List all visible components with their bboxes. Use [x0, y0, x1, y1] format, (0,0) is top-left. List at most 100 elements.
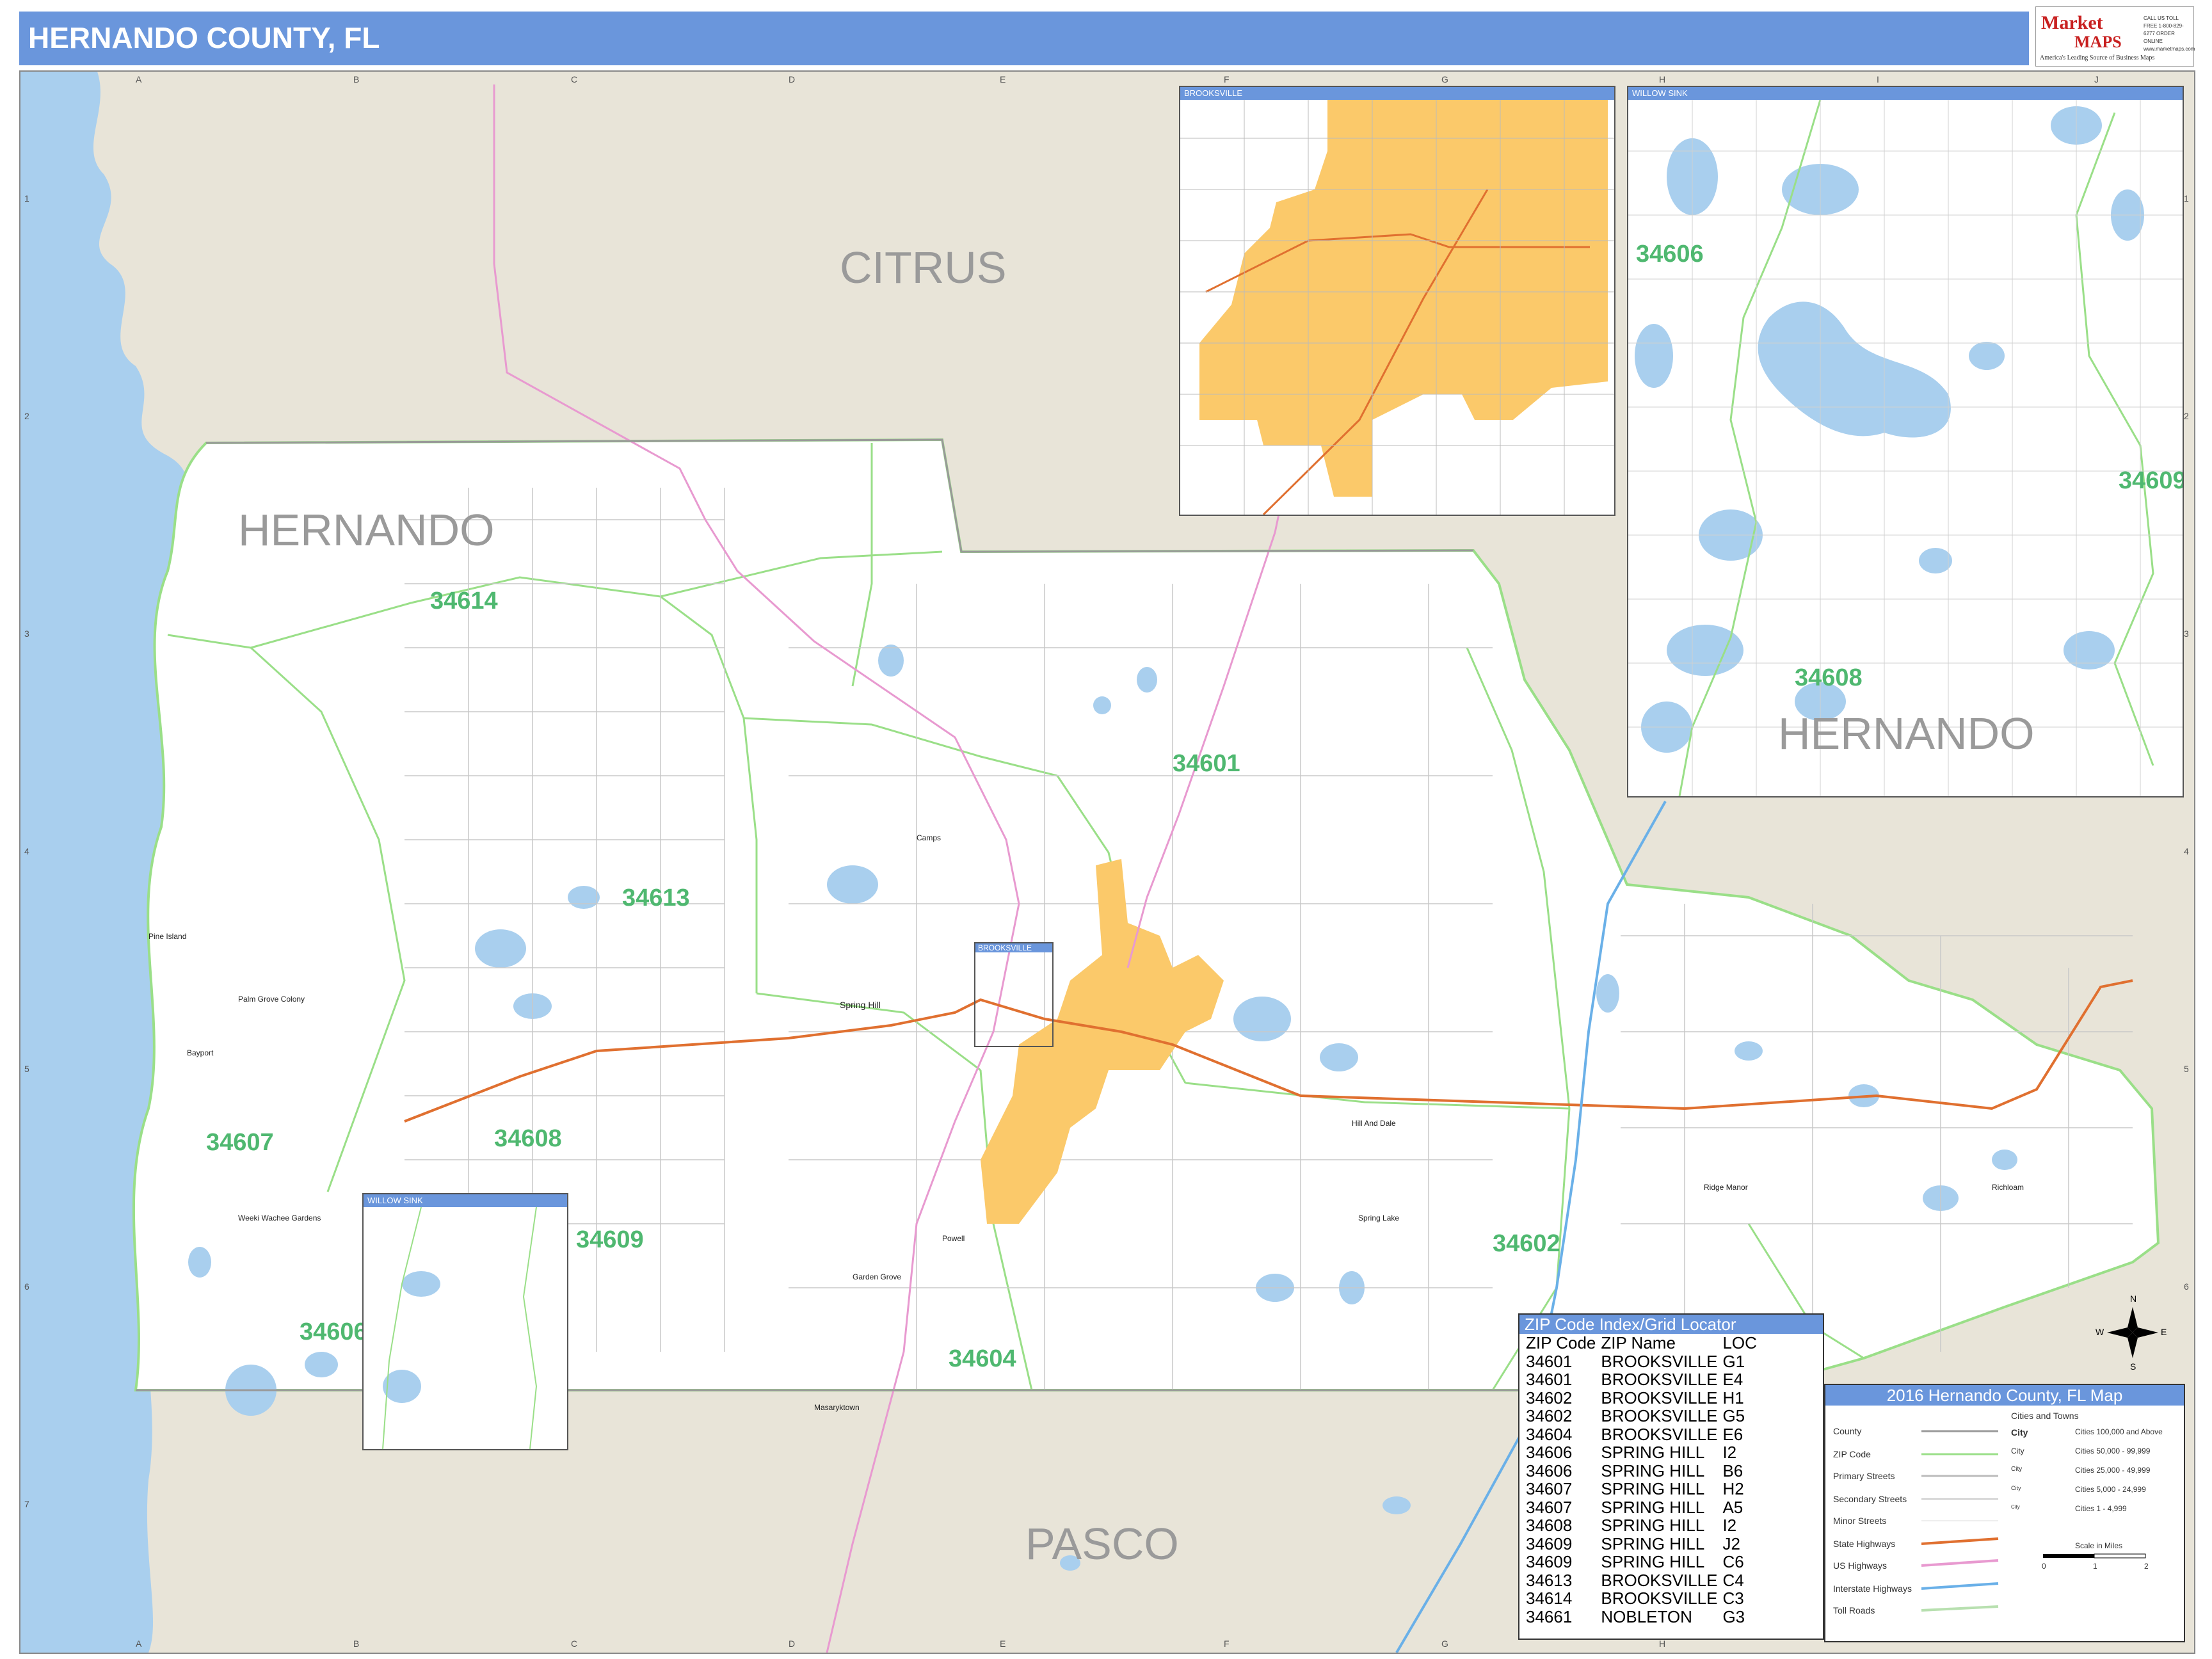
compass-rose: N S E W [2096, 1294, 2167, 1372]
grid-col-a-bottom: A [136, 1639, 142, 1649]
map-frame[interactable]: A B C D E F G H I J A B C D E F G H 1 2 … [19, 70, 2195, 1654]
table-row: 34614 BROOKSVILLE C3 [1523, 1589, 1759, 1608]
legend-item-county: County [1833, 1426, 1862, 1436]
legend-item-us-hwy: US Highways [1833, 1560, 1887, 1571]
zip-cell: 34606 [1526, 1461, 1573, 1480]
grid-col-h-bottom: H [1659, 1639, 1666, 1649]
inset-brooksville-map [1180, 87, 1614, 515]
willow-sink-small-map [364, 1194, 567, 1449]
grid-col-a: A [136, 74, 142, 84]
place-garden-grove: Garden Grove [853, 1272, 902, 1281]
compass-n: N [2130, 1294, 2136, 1304]
table-row: 34609 SPRING HILL J2 [1523, 1534, 1759, 1553]
inset-region-hernando: HERNANDO [1778, 709, 2035, 758]
zip-cell: BROOKSVILLE [1601, 1570, 1718, 1590]
place-camps: Camps [917, 833, 942, 842]
grid-row-3: 3 [24, 629, 29, 639]
zip-label-34601: 34601 [1173, 750, 1240, 777]
table-row: 34602 BROOKSVILLE H1 [1523, 1388, 1759, 1407]
grid-row-4-right: 4 [2184, 846, 2189, 856]
zip-cell: 34604 [1526, 1424, 1573, 1444]
zip-cell: 34614 [1526, 1589, 1573, 1608]
grid-col-d: D [789, 74, 796, 84]
grid-col-e: E [1000, 74, 1006, 84]
map-title: HERNANDO COUNTY, FL [28, 21, 380, 54]
zip-cell: NOBLETON [1601, 1607, 1692, 1626]
zip-cell: C4 [1722, 1570, 1744, 1590]
zip-cell: 34609 [1526, 1534, 1573, 1553]
inset-brooksville[interactable]: BROOKSVILLE [1179, 86, 1615, 516]
zip-cell: BROOKSVILLE [1601, 1370, 1718, 1389]
legend-symbols [1921, 1430, 1999, 1612]
legend-scale-0: 0 [2042, 1562, 2046, 1571]
place-weeki-wachee: Weeki Wachee Gardens [238, 1214, 321, 1222]
legend-item-minor: Minor Streets [1833, 1516, 1887, 1526]
table-row: 34606 SPRING HILL B6 [1523, 1461, 1759, 1480]
zip-cell: SPRING HILL [1601, 1461, 1705, 1480]
grid-col-j: J [2094, 74, 2099, 84]
brand-tagline: America's Leading Source of Business Map… [2040, 54, 2155, 61]
zip-cell: 34613 [1526, 1570, 1573, 1590]
zip-cell: SPRING HILL [1601, 1534, 1705, 1553]
legend-cities-header: Cities and Towns [2011, 1411, 2079, 1421]
legend-city-label-1: City [2011, 1427, 2028, 1438]
zip-cell: SPRING HILL [1601, 1552, 1705, 1571]
inset-willow-sink-map [1628, 87, 2183, 796]
legend-city-size-5: Cities 1 - 4,999 [2075, 1504, 2127, 1513]
legend-city-size-3: Cities 25,000 - 49,999 [2075, 1466, 2151, 1475]
legend-city-label-3: City [2011, 1466, 2023, 1473]
grid-row-1: 1 [24, 193, 29, 204]
grid-row-3-right: 3 [2184, 629, 2189, 639]
grid-col-d-bottom: D [789, 1639, 796, 1649]
zip-label-34604: 34604 [949, 1345, 1016, 1372]
region-citrus: CITRUS [840, 243, 1007, 293]
zip-cell: 34607 [1526, 1479, 1573, 1498]
inset-willow-sink-title: WILLOW SINK [1628, 87, 2183, 100]
zip-col-code: ZIP Code [1526, 1333, 1596, 1352]
table-row: 34608 SPRING HILL I2 [1523, 1516, 1759, 1535]
zip-cell: I2 [1722, 1516, 1737, 1535]
zip-cell: H2 [1722, 1479, 1744, 1498]
place-spring-lake: Spring Lake [1358, 1214, 1400, 1222]
zip-cell: H1 [1722, 1388, 1744, 1407]
brand-name-top: Market [2041, 12, 2103, 33]
zip-label-34609: 34609 [576, 1226, 644, 1253]
place-palm-grove: Palm Grove Colony [238, 995, 305, 1004]
zip-cell: C3 [1722, 1589, 1744, 1608]
inset-willow-sink[interactable]: WILLOW SINK 34606 34609 34608 HERNANDO [1627, 86, 2184, 797]
zip-cell: BROOKSVILLE [1601, 1589, 1718, 1608]
grid-col-h: H [1659, 74, 1666, 84]
zip-label-34613: 34613 [622, 885, 690, 911]
zip-label-34606: 34606 [300, 1318, 367, 1345]
grid-row-6: 6 [24, 1281, 29, 1292]
brand-name-bottom: MAPS [2074, 33, 2122, 51]
region-hernando: HERNANDO [238, 505, 495, 555]
zip-cell: 34609 [1526, 1552, 1573, 1571]
brooksville-inset-outline[interactable]: BROOKSVILLE [974, 942, 1054, 1047]
zip-col-loc: LOC [1722, 1333, 1757, 1352]
legend-city-label-2: City [2011, 1447, 2024, 1455]
grid-col-f: F [1224, 74, 1230, 84]
place-pine-island: Pine Island [148, 932, 187, 941]
zip-cell: I2 [1722, 1443, 1737, 1462]
legend-item-toll: Toll Roads [1833, 1605, 1875, 1615]
legend-city-size-1: Cities 100,000 and Above [2075, 1427, 2163, 1436]
title-bar: HERNANDO COUNTY, FL [19, 12, 2029, 65]
grid-row-2-right: 2 [2184, 411, 2189, 421]
zip-cell: G3 [1722, 1607, 1745, 1626]
zip-cell: SPRING HILL [1601, 1479, 1705, 1498]
zip-cell: 34607 [1526, 1497, 1573, 1517]
table-row: 34661 NOBLETON G3 [1523, 1607, 1759, 1626]
zip-cell: G1 [1722, 1351, 1745, 1371]
zip-cell: E6 [1722, 1424, 1743, 1444]
map-legend: 2016 Hernando County, FL Map Cities and … [1824, 1384, 2185, 1642]
willow-sink-small-outline[interactable]: WILLOW SINK [362, 1193, 568, 1450]
zip-cell: BROOKSVILLE [1601, 1351, 1718, 1371]
willow-sink-small-title: WILLOW SINK [364, 1194, 567, 1207]
grid-col-f-bottom: F [1224, 1639, 1230, 1649]
legend-scale-label: Scale in Miles [2075, 1541, 2123, 1550]
grid-col-c: C [571, 74, 578, 84]
zip-index-table: ZIP Code ZIP Name LOC 34601 BROOKSVILLE G1… [1523, 1334, 1759, 1626]
zip-cell: 34606 [1526, 1443, 1573, 1462]
grid-row-5: 5 [24, 1064, 29, 1074]
